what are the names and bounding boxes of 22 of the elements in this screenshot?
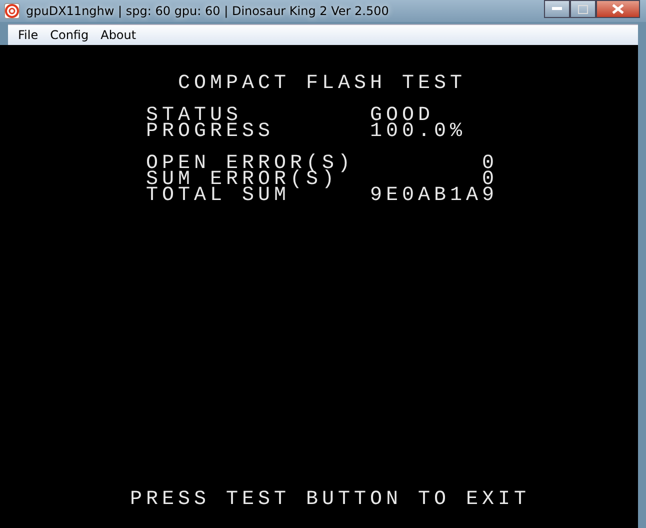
- menu-item[interactable]: About: [94, 28, 142, 42]
- maximize-icon: [578, 4, 588, 14]
- minimize-button[interactable]: [544, 0, 570, 18]
- field-value: GOOD: [370, 108, 434, 124]
- window-title: gpuDX11nghw | spg: 60 gpu: 60 | Dinosaur King 2 Ver 2.500: [26, 4, 389, 18]
- menu-item[interactable]: Config: [44, 28, 95, 42]
- field-label: PROGRESS: [146, 124, 276, 140]
- field-value: 0: [482, 172, 498, 188]
- field-label: TOTAL SUM: [146, 188, 290, 204]
- screen-heading: COMPACT FLASH TEST: [177, 71, 468, 92]
- field-value: 9E0AB1A9: [370, 188, 498, 204]
- maximize-button[interactable]: [570, 0, 596, 18]
- field-label: SUM ERROR(S): [146, 172, 338, 188]
- field-label: STATUS: [146, 108, 242, 124]
- field-value: 100.0%: [370, 124, 466, 140]
- exit-instruction: PRESS TEST BUTTON TO EXIT: [129, 492, 532, 508]
- minimize-icon: [552, 7, 562, 11]
- menu-item[interactable]: File: [12, 28, 44, 42]
- field-value: 0: [482, 156, 498, 172]
- field-label: OPEN ERROR(S): [146, 156, 356, 172]
- close-button[interactable]: [596, 0, 640, 18]
- close-icon: [612, 4, 624, 14]
